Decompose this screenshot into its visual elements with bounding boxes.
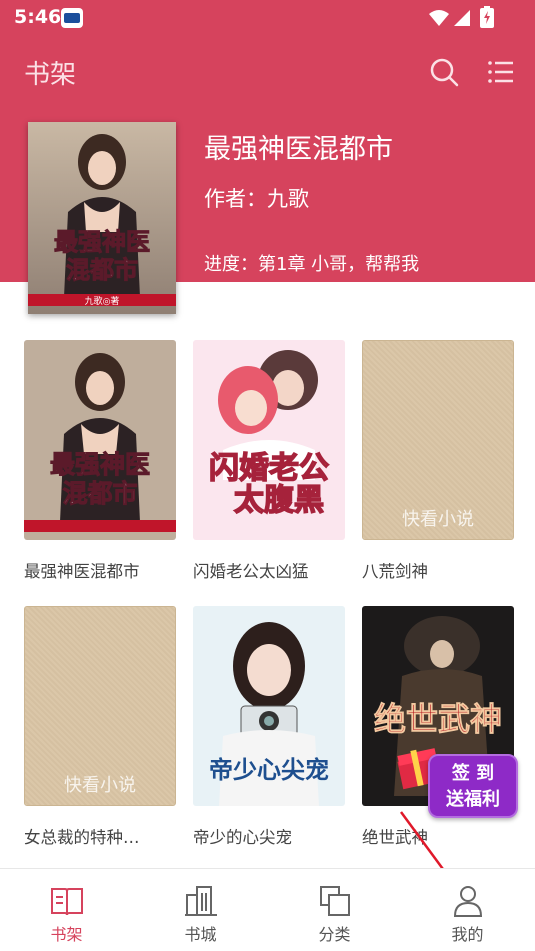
featured-cover-title-line1: 最强神医 [54,228,150,256]
book-title[interactable]: 最强神医混都市 [24,558,184,582]
book-cover[interactable]: 闪婚老公 太腹黑 [193,340,345,540]
wifi-icon [429,10,449,26]
stack-icon [319,886,350,916]
notification-app-icon [61,8,83,28]
book-cover-image: 闪婚老公 太腹黑 [193,340,345,540]
menu-icon[interactable] [485,56,517,88]
sign-in-label: 签 到 [451,763,495,784]
nav-item-category[interactable]: 分类 [268,869,401,951]
bottom-navigation: 书架 书城 分类 我的 [0,868,535,951]
svg-text:绝世武神: 绝世武神 [374,700,502,738]
nav-item-bookstore[interactable]: 书城 [134,869,267,951]
nav-label-bookshelf: 书架 [50,925,83,944]
signal-icon [454,10,470,26]
placeholder-cover-text: 快看小说 [402,509,474,530]
book-cover[interactable]: 帝少心尖宠 [193,606,345,806]
book-cover-image: 最强神医 混都市 [24,340,176,540]
book-cover-placeholder[interactable]: 快看小说 [24,606,176,806]
svg-text:太腹黑: 太腹黑 [234,483,324,518]
nav-label-category: 分类 [318,925,351,944]
svg-text:最强神医: 最强神医 [50,450,150,479]
svg-text:闪婚老公: 闪婚老公 [209,451,329,486]
book-title[interactable]: 闪婚老公太凶猛 [193,558,353,582]
book-cover-image: 帝少心尖宠 [193,606,345,806]
featured-book-progress: 进度：第1章 小哥，帮帮我 [204,254,420,275]
svg-text:帝少心尖宠: 帝少心尖宠 [209,756,329,784]
nav-item-profile[interactable]: 我的 [401,869,534,951]
placeholder-cover-text: 快看小说 [64,775,136,796]
buildings-icon [184,886,217,916]
status-bar: 5:46 [0,0,535,36]
book-title[interactable]: 女总裁的特种… [24,824,184,848]
book-title[interactable]: 八荒剑神 [362,558,522,582]
book-open-icon [50,888,83,916]
book-cover-placeholder[interactable]: 快看小说 [362,340,514,540]
featured-cover-author: 九歌◎著 [85,295,120,307]
app-bar: 书架 [0,40,535,102]
svg-text:混都市: 混都市 [62,479,137,508]
featured-book-cover[interactable]: 最强神医 混都市 九歌◎著 [28,122,176,314]
featured-cover-image: 最强神医 混都市 九歌◎著 [28,122,176,314]
book-title[interactable]: 帝少的心尖宠 [193,824,353,848]
search-icon[interactable] [428,56,460,88]
nav-label-bookstore: 书城 [184,925,217,944]
book-cover[interactable]: 最强神医 混都市 [24,340,176,540]
person-icon [453,886,482,917]
featured-book-author: 作者：九歌 [204,187,309,211]
featured-cover-title-line2: 混都市 [66,256,138,284]
battery-icon [480,6,494,28]
featured-book-title[interactable]: 最强神医混都市 [204,127,393,166]
status-time: 5:46 [14,6,62,28]
nav-label-profile: 我的 [451,925,484,944]
page-title: 书架 [24,60,77,90]
nav-item-bookshelf[interactable]: 书架 [0,869,133,951]
